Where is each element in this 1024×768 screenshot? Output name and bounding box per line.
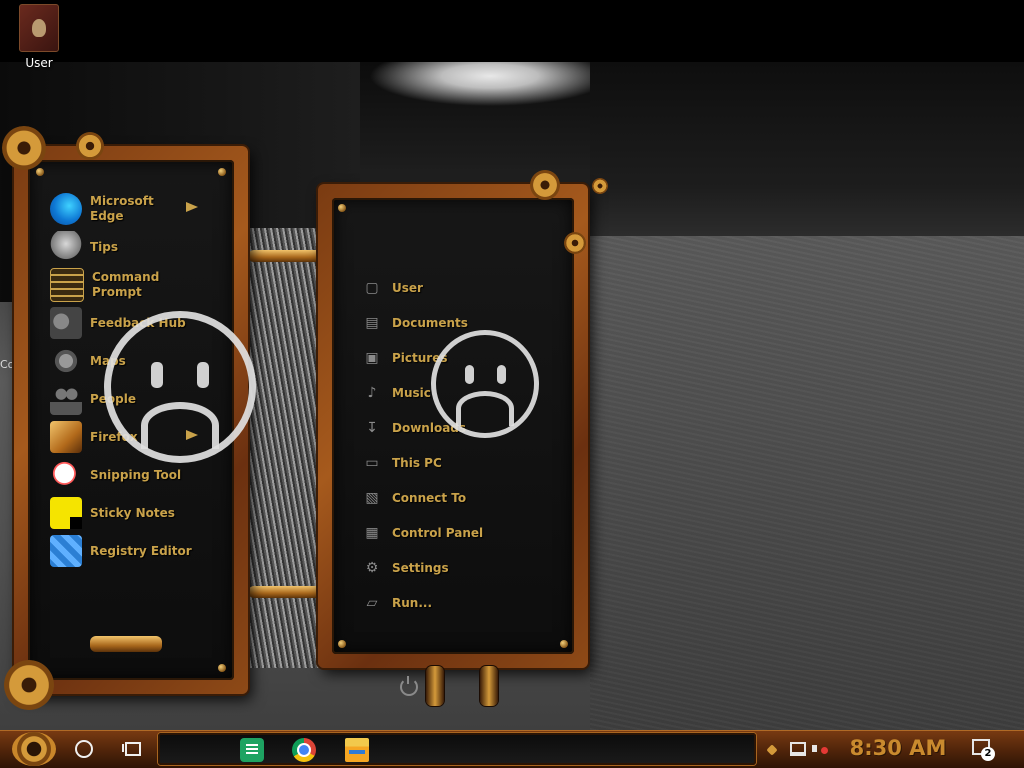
copper-pipe-top <box>248 250 322 262</box>
place-label: This PC <box>392 455 442 470</box>
place-label: Documents <box>392 315 468 330</box>
place-label: Control Panel <box>392 525 484 540</box>
sad-face-overlay-icon <box>431 330 539 438</box>
rivet-icon <box>218 168 226 176</box>
wallpaper-road <box>590 236 1024 730</box>
place-item-run[interactable]: ▱ Run... <box>364 585 554 620</box>
place-item-connect-to[interactable]: ▧ Connect To <box>364 480 554 515</box>
app-label: Registry Editor <box>90 543 192 558</box>
file-explorer-icon[interactable] <box>345 738 369 762</box>
place-label: Run... <box>392 595 433 610</box>
documents-icon: ▤ <box>365 314 379 331</box>
sheets-icon[interactable] <box>240 738 264 762</box>
desktop-edge-text: Co <box>0 358 15 371</box>
app-label: Microsoft Edge <box>90 194 154 223</box>
copper-pipe-bottom <box>248 586 322 598</box>
app-label: Snipping Tool <box>90 467 182 482</box>
user-folder-icon <box>19 4 59 52</box>
fur-connector-decoration <box>248 228 320 668</box>
run-icon: ▱ <box>366 594 378 611</box>
this-pc-icon: ▭ <box>365 454 379 471</box>
desktop-icon-label: User <box>25 56 53 70</box>
rivet-icon <box>560 640 568 648</box>
app-item-command-prompt[interactable]: Command Prompt <box>50 266 222 304</box>
maps-icon <box>50 345 82 377</box>
app-label: Tips <box>90 239 119 254</box>
app-label: Command Prompt <box>92 270 160 299</box>
people-icon <box>50 383 82 415</box>
command-prompt-icon <box>50 268 84 302</box>
rivet-icon <box>338 204 346 212</box>
place-item-documents[interactable]: ▤ Documents <box>364 305 554 340</box>
place-label: User <box>392 280 423 295</box>
sad-face-eye <box>497 365 506 384</box>
gear-ornament-icon <box>592 178 608 194</box>
control-panel-icon: ▦ <box>365 524 379 541</box>
place-label: Settings <box>392 560 449 575</box>
pictures-icon: ▣ <box>365 349 379 366</box>
connect-to-icon: ▧ <box>365 489 379 506</box>
snipping-tool-icon <box>50 459 82 491</box>
rivet-icon <box>218 664 226 672</box>
gear-ornament-icon <box>564 232 586 254</box>
sad-face-mouth <box>141 402 219 449</box>
power-icon[interactable] <box>400 676 418 696</box>
notification-count-badge: 2 <box>981 747 995 761</box>
sticky-notes-icon <box>50 497 82 529</box>
place-item-user[interactable]: ▢ User <box>364 270 554 305</box>
edge-icon <box>50 193 82 225</box>
brass-knob-decoration <box>480 666 498 706</box>
volume-muted-icon[interactable] <box>812 742 828 756</box>
wallpaper-forest-right <box>590 62 1024 242</box>
sad-face-overlay-icon <box>104 311 256 463</box>
chrome-icon[interactable] <box>292 738 316 762</box>
place-label: Music <box>392 385 431 400</box>
downloads-icon: ↧ <box>366 419 378 436</box>
sad-face-eye <box>465 365 474 384</box>
sad-face-eye <box>151 362 163 388</box>
start-button-gear-icon[interactable] <box>12 732 56 766</box>
tips-icon <box>50 231 82 263</box>
brass-knob-decoration <box>426 666 444 706</box>
places-list: ▢ User ▤ Documents ▣ Pictures ♪ Music ↧ … <box>364 270 554 620</box>
rivet-icon <box>36 168 44 176</box>
sad-face-eye <box>197 362 209 388</box>
submenu-arrow-icon[interactable] <box>186 202 198 212</box>
place-item-control-panel[interactable]: ▦ Control Panel <box>364 515 554 550</box>
gear-ornament-icon <box>2 126 46 170</box>
app-item-tips[interactable]: Tips <box>50 228 222 266</box>
network-icon[interactable] <box>790 742 806 756</box>
music-icon: ♪ <box>367 384 377 401</box>
lightbulb-tube-decoration <box>90 636 162 652</box>
place-item-settings[interactable]: ⚙ Settings <box>364 550 554 585</box>
app-item-microsoft-edge[interactable]: Microsoft Edge <box>50 190 222 228</box>
registry-editor-icon <box>50 535 82 567</box>
gear-ornament-icon <box>4 660 54 710</box>
settings-gear-icon: ⚙ <box>365 559 379 576</box>
place-label: Connect To <box>392 490 467 505</box>
gear-ornament-icon <box>76 132 104 160</box>
task-view-icon[interactable] <box>122 740 141 756</box>
desktop-icon-user[interactable]: User <box>10 4 68 70</box>
firefox-icon <box>50 421 82 453</box>
app-item-sticky-notes[interactable]: Sticky Notes <box>50 494 222 532</box>
app-item-snipping-tool[interactable]: Snipping Tool <box>50 456 222 494</box>
sad-face-mouth <box>456 391 514 426</box>
app-label: Sticky Notes <box>90 505 175 520</box>
feedback-hub-icon <box>50 307 82 339</box>
taskbar-clock[interactable]: 8:30 AM <box>848 733 948 763</box>
gear-ornament-icon <box>530 170 560 200</box>
user-icon: ▢ <box>365 279 379 296</box>
place-item-this-pc[interactable]: ▭ This PC <box>364 445 554 480</box>
search-circle-icon[interactable] <box>75 740 93 758</box>
app-item-registry-editor[interactable]: Registry Editor <box>50 532 222 570</box>
rivet-icon <box>338 640 346 648</box>
